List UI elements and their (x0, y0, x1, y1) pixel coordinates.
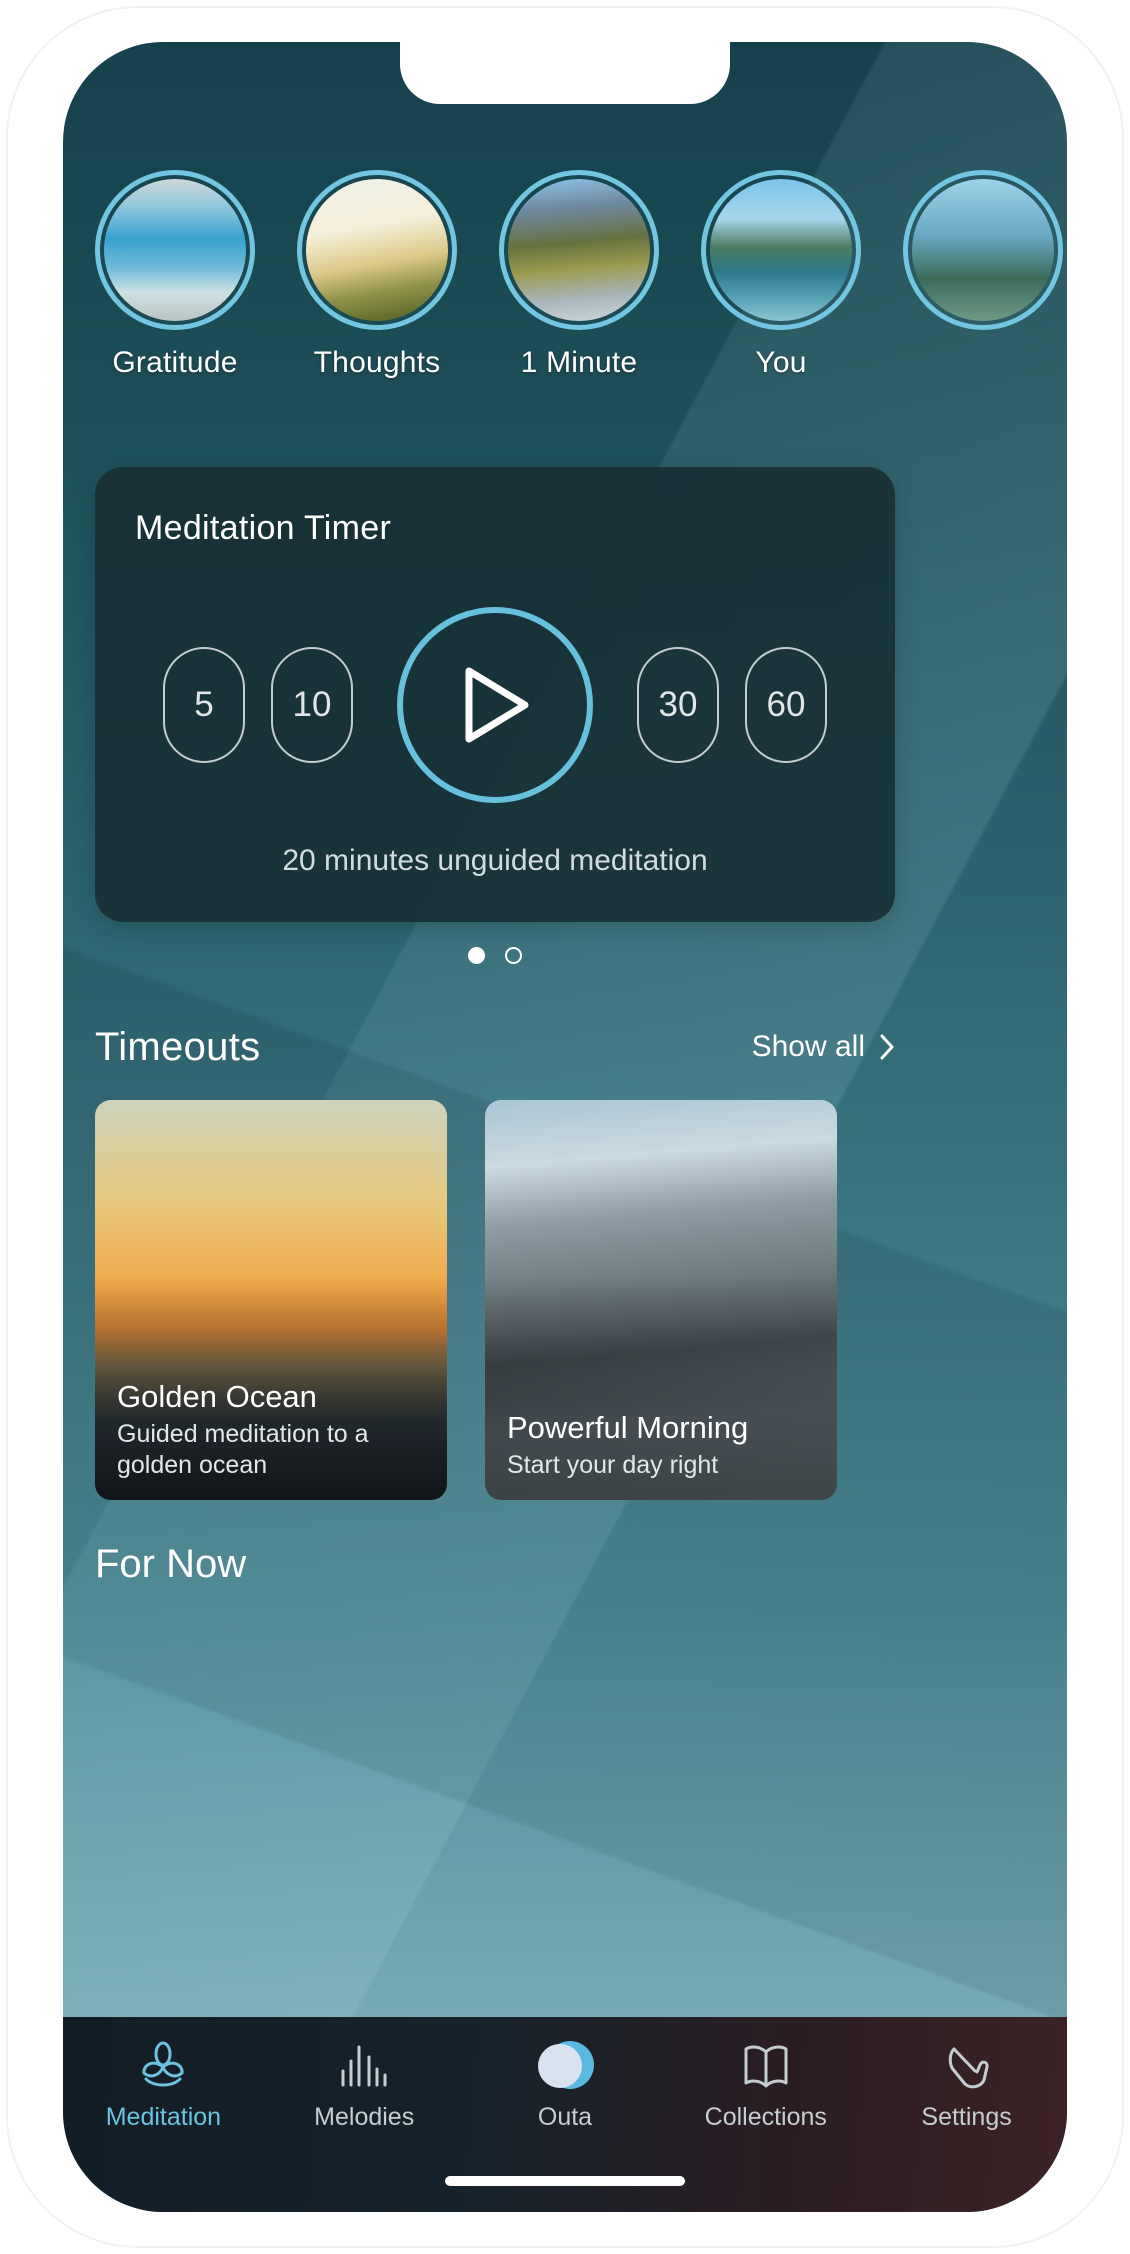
nav-label: Collections (704, 2103, 827, 2131)
card-subtitle: Start your day right (507, 1450, 719, 1479)
story-image-mountain-river (508, 179, 650, 321)
story-item-1-minute[interactable]: 1 Minute (499, 170, 659, 380)
book-icon (740, 2039, 792, 2093)
story-image-calm-lake (710, 179, 852, 321)
nav-label: Outa (537, 2103, 593, 2131)
card-text-block: Golden Ocean Guided meditation to a gold… (117, 1379, 431, 1480)
timer-subtitle: 20 minutes unguided meditation (282, 844, 708, 877)
hand-gesture-icon (941, 2039, 993, 2093)
timeouts-section-header: Timeouts Show all (95, 1017, 895, 1077)
page-dot-2[interactable] (505, 947, 522, 964)
nav-label: Meditation (105, 2103, 222, 2131)
play-icon (465, 667, 529, 743)
device-notch (400, 42, 730, 104)
card-title: Golden Ocean (117, 1379, 317, 1414)
carousel-pagination[interactable] (63, 947, 927, 964)
phone-frame: Gratitude Thoughts 1 Minute You Meditati… (8, 8, 1122, 2246)
story-label: 1 Minute (520, 346, 638, 379)
duration-option-10[interactable]: 10 (271, 647, 353, 763)
story-label: You (755, 346, 807, 379)
nav-item-melodies[interactable]: Melodies (264, 2039, 465, 2132)
play-button[interactable] (397, 607, 593, 803)
outa-blob-icon (530, 2039, 600, 2093)
story-item-you[interactable]: You (701, 170, 861, 380)
story-ring (95, 170, 255, 330)
nav-item-collections[interactable]: Collections (665, 2039, 866, 2132)
nav-item-meditation[interactable]: Meditation (63, 2039, 264, 2132)
timeout-card-golden-ocean[interactable]: Golden Ocean Guided meditation to a gold… (95, 1100, 447, 1500)
nav-label: Melodies (314, 2103, 415, 2131)
story-label: Thoughts (313, 346, 441, 379)
show-all-label: Show all (751, 1030, 865, 1063)
nav-item-outa[interactable]: Outa (465, 2039, 666, 2132)
lotus-icon (137, 2039, 189, 2093)
show-all-button[interactable]: Show all (752, 1030, 895, 1064)
story-ring (499, 170, 659, 330)
chevron-right-icon (880, 1034, 894, 1060)
meditation-timer-card: Meditation Timer 5 10 30 60 20 minutes u… (95, 467, 895, 922)
story-item-thoughts[interactable]: Thoughts (297, 170, 457, 380)
story-label: Gratitude (112, 346, 238, 379)
stories-carousel[interactable]: Gratitude Thoughts 1 Minute You (63, 170, 1067, 400)
card-title: Powerful Morning (507, 1409, 749, 1445)
story-ring (701, 170, 861, 330)
duration-option-60[interactable]: 60 (745, 647, 827, 763)
story-ring (297, 170, 457, 330)
meditation-timer-title: Meditation Timer (135, 509, 392, 547)
page-dot-1[interactable] (468, 947, 485, 964)
nav-label: Settings (921, 2103, 1012, 2131)
story-image-sunlit-meadow (306, 179, 448, 321)
timeout-card-powerful-morning[interactable]: Powerful Morning Start your day right (485, 1100, 837, 1500)
story-image-stacked-stones-ocean (104, 179, 246, 321)
story-item-next-partial[interactable] (903, 170, 1063, 330)
story-item-gratitude[interactable]: Gratitude (95, 170, 255, 380)
card-subtitle: Guided meditation to a golden ocean (117, 1420, 369, 1479)
for-now-title: For Now (95, 1542, 247, 1586)
timer-controls-row: 5 10 30 60 (95, 605, 895, 805)
phone-screen: Gratitude Thoughts 1 Minute You Meditati… (63, 42, 1067, 2212)
timeouts-title: Timeouts (95, 1024, 261, 1069)
story-image-partial-next-story (912, 179, 1054, 321)
equalizer-icon (337, 2039, 391, 2093)
nav-item-settings[interactable]: Settings (866, 2039, 1067, 2132)
duration-option-5[interactable]: 5 (163, 647, 245, 763)
timeouts-cards-row: Golden Ocean Guided meditation to a gold… (95, 1100, 935, 1500)
home-indicator[interactable] (445, 2176, 685, 2186)
duration-option-30[interactable]: 30 (637, 647, 719, 763)
card-text-block: Powerful Morning Start your day right (507, 1410, 821, 1481)
story-ring (903, 170, 1063, 330)
